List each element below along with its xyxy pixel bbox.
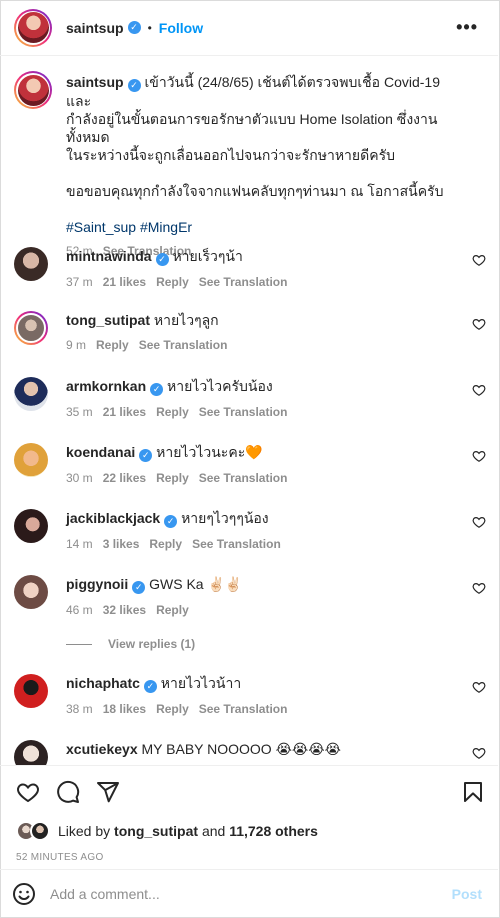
see-translation-link[interactable]: See Translation	[199, 702, 288, 716]
like-comment-heart-icon[interactable]	[472, 515, 486, 529]
like-comment-heart-icon[interactable]	[472, 581, 486, 595]
likes-summary: Liked by tong_sutipat and 11,728 others	[16, 821, 318, 841]
comment-username[interactable]: mintnawinda	[66, 248, 152, 264]
header-separator: •	[147, 20, 152, 35]
see-translation-link[interactable]: See Translation	[199, 405, 288, 419]
comment-time[interactable]: 30 m	[66, 471, 93, 485]
like-heart-icon[interactable]	[16, 780, 40, 804]
comment-username[interactable]: xcutiekeyx	[66, 741, 138, 757]
post-comment-button[interactable]: Post	[452, 886, 482, 902]
comment-text: MY BABY NOOOOO 😭😭😭😭	[141, 741, 342, 757]
liked-by-user[interactable]: tong_sutipat	[114, 823, 198, 839]
comment-time[interactable]: 38 m	[66, 702, 93, 716]
add-comment-bar: Post	[0, 869, 498, 917]
like-comment-heart-icon[interactable]	[472, 680, 486, 694]
comment-username[interactable]: nichaphatc	[66, 675, 140, 691]
liked-by-joiner: and	[201, 823, 226, 839]
comment-username[interactable]: tong_sutipat	[66, 312, 150, 328]
caption-line-3: ในระหว่างนี้จะถูกเลื่อนออกไปจนกว่าจะรักษ…	[66, 147, 395, 163]
reply-button[interactable]: Reply	[156, 471, 189, 485]
reply-button[interactable]: Reply	[156, 405, 189, 419]
reply-button[interactable]: Reply	[156, 702, 189, 716]
liked-by-others[interactable]: 11,728 others	[229, 823, 318, 839]
comment-username[interactable]: piggynoii	[66, 576, 128, 592]
comment-likes[interactable]: 3 likes	[103, 537, 140, 551]
author-avatar[interactable]	[14, 8, 52, 47]
caption-hashtags[interactable]: #Saint_sup #MingEr	[66, 218, 466, 236]
comment-avatar[interactable]	[14, 740, 48, 765]
comment-username[interactable]: jackiblackjack	[66, 510, 160, 526]
comment-avatar[interactable]	[14, 311, 48, 345]
comment-username[interactable]: koendanai	[66, 444, 135, 460]
post-timestamp[interactable]: 52 MINUTES AGO	[16, 852, 104, 863]
comment-time[interactable]: 46 m	[66, 603, 93, 617]
comments-scroll-area[interactable]: saintsup ✓ เข้าวันนี้ (24/8/65) เช้นต์ได้…	[0, 57, 498, 765]
post-header: saintsup ✓ • Follow •••	[0, 0, 498, 56]
post-actions-bar	[0, 765, 498, 819]
emoji-smiley-icon[interactable]	[12, 882, 36, 906]
comment-bubble-icon[interactable]	[56, 780, 80, 804]
reply-button[interactable]: Reply	[96, 338, 129, 352]
share-paper-plane-icon[interactable]	[96, 780, 120, 804]
verified-badge-icon: ✓	[127, 79, 141, 92]
verified-badge-icon: ✓	[127, 21, 141, 34]
comment-text: GWS Ka ✌🏻✌🏻	[149, 576, 243, 592]
header-username[interactable]: saintsup	[66, 20, 124, 36]
reply-button[interactable]: Reply	[156, 603, 189, 617]
comment-avatar[interactable]	[14, 674, 48, 708]
comment-text: หายไวไวครับน้อง	[167, 378, 273, 394]
caption-line-4: ขอขอบคุณทุกกำลังใจจากแฟนคลับทุกๆท่านมา ณ…	[66, 183, 444, 199]
comment-time[interactable]: 37 m	[66, 275, 93, 289]
comment-avatar[interactable]	[14, 247, 48, 281]
comment-avatar[interactable]	[14, 575, 48, 609]
verified-badge-icon: ✓	[155, 253, 169, 266]
comment-text: หายไวไวน้าา	[160, 675, 242, 691]
comment-avatar[interactable]	[14, 377, 48, 411]
like-comment-heart-icon[interactable]	[472, 449, 486, 463]
like-comment-heart-icon[interactable]	[472, 746, 486, 760]
caption-line-2: กำลังอยู่ในขั้นตอนการขอรักษาตัวแบบ Home …	[66, 111, 438, 145]
see-translation-link[interactable]: See Translation	[139, 338, 228, 352]
comment-likes[interactable]: 22 likes	[103, 471, 146, 485]
see-translation-link[interactable]: See Translation	[199, 275, 288, 289]
caption-avatar[interactable]	[14, 71, 52, 109]
comment-time[interactable]: 9 m	[66, 338, 86, 352]
view-replies-label: View replies (1)	[108, 637, 196, 651]
verified-badge-icon: ✓	[139, 449, 153, 462]
bookmark-save-icon[interactable]	[461, 780, 485, 804]
likers-avatars[interactable]	[16, 821, 50, 841]
verified-badge-icon: ✓	[132, 581, 146, 594]
verified-badge-icon: ✓	[143, 680, 157, 693]
liker-avatar	[30, 821, 50, 841]
comment-text: หายไวไวนะคะ🧡	[156, 444, 263, 460]
verified-badge-icon: ✓	[150, 383, 164, 396]
comment-input[interactable]	[50, 885, 452, 902]
comment-text: หายไวๆลูก	[153, 312, 219, 328]
view-replies-link[interactable]: View replies (1)	[66, 637, 195, 651]
comment-likes[interactable]: 21 likes	[103, 405, 146, 419]
reply-button[interactable]: Reply	[149, 537, 182, 551]
comment-likes[interactable]: 18 likes	[103, 702, 146, 716]
comment-avatar[interactable]	[14, 443, 48, 477]
comment-text: หายๆไวๆๆน้อง	[181, 510, 269, 526]
comment-time[interactable]: 14 m	[66, 537, 93, 551]
see-translation-link[interactable]: See Translation	[199, 471, 288, 485]
view-replies-line	[66, 643, 92, 645]
comment-avatar[interactable]	[14, 509, 48, 543]
comment-likes[interactable]: 21 likes	[103, 275, 146, 289]
comment-time[interactable]: 35 m	[66, 405, 93, 419]
follow-button[interactable]: Follow	[159, 20, 203, 36]
more-options-icon[interactable]: •••	[456, 17, 478, 38]
comment-username[interactable]: armkornkan	[66, 378, 146, 394]
see-translation-link[interactable]: See Translation	[192, 537, 281, 551]
comment-likes[interactable]: 32 likes	[103, 603, 146, 617]
verified-badge-icon: ✓	[164, 515, 178, 528]
comment-text: หายเร็วๆน้า	[172, 248, 243, 264]
like-comment-heart-icon[interactable]	[472, 383, 486, 397]
liked-by-prefix: Liked by	[58, 823, 111, 839]
reply-button[interactable]: Reply	[156, 275, 189, 289]
like-comment-heart-icon[interactable]	[472, 317, 486, 331]
caption-username[interactable]: saintsup	[66, 74, 124, 90]
like-comment-heart-icon[interactable]	[472, 253, 486, 267]
